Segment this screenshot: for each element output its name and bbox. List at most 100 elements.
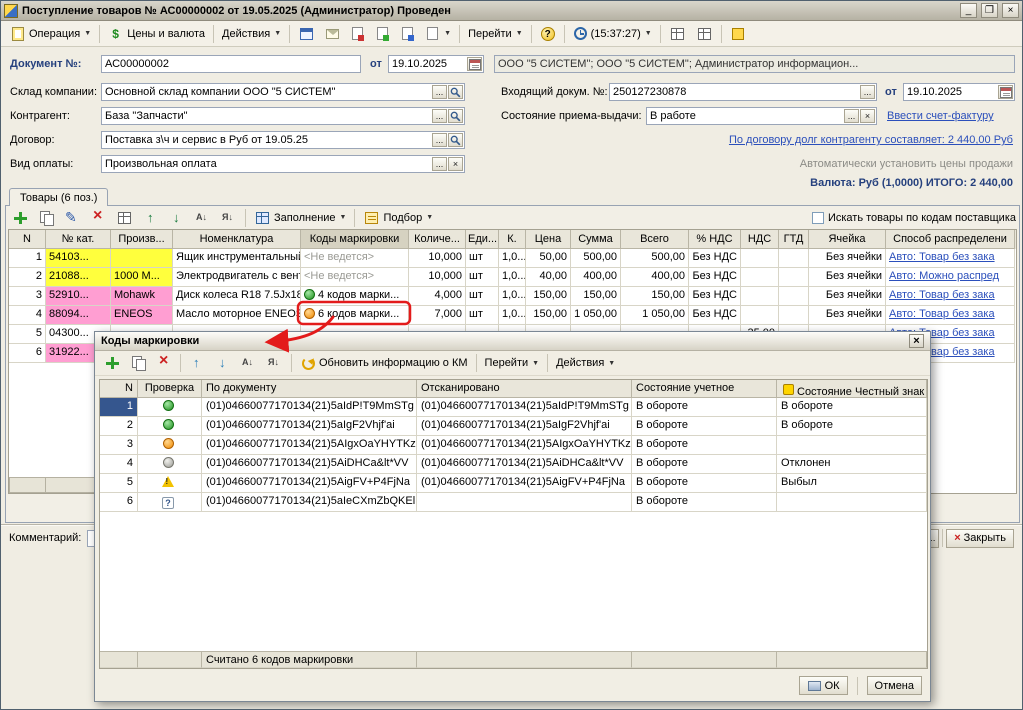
cell-total[interactable]: 500,00 [621, 249, 689, 268]
operation-button[interactable]: Операция▼ [5, 23, 96, 45]
cell-cat[interactable]: 52910... [46, 287, 111, 306]
column-header-by-document[interactable]: По документу [202, 380, 417, 398]
cell-qty[interactable]: 10,000 [409, 249, 466, 268]
cell-marking[interactable]: <Не ведется> [301, 249, 409, 268]
cell-unit[interactable]: шт [466, 268, 499, 287]
notes-button[interactable] [725, 23, 751, 45]
cell-state-acct[interactable]: В обороте [632, 474, 777, 493]
calendar-button[interactable] [467, 57, 482, 71]
magnifier-button[interactable] [448, 85, 463, 99]
column-header-cat[interactable]: № кат. [46, 230, 111, 249]
cell-check[interactable] [138, 493, 202, 512]
cell-producer[interactable]: 1000 М... [111, 268, 173, 287]
cell-state-honest[interactable]: Отклонен [777, 455, 927, 474]
cell-price[interactable]: 150,00 [526, 287, 571, 306]
cell-price[interactable]: 50,00 [526, 249, 571, 268]
cell-qty[interactable]: 4,000 [409, 287, 466, 306]
column-header-scanned[interactable]: Отсканировано [417, 380, 632, 398]
column-header-producer[interactable]: Произв... [111, 230, 173, 249]
distribution-link[interactable]: Авто: Товар без зака [889, 289, 995, 301]
popup-title-bar[interactable]: Коды маркировки × [95, 332, 930, 351]
magnifier-button[interactable] [448, 109, 463, 123]
column-header-vat[interactable]: НДС [741, 230, 779, 249]
cell-n[interactable]: 4 [100, 455, 138, 474]
table-row[interactable]: 1 54103... Ящик инструментальный в ... <… [9, 249, 1016, 268]
cell-sum[interactable]: 150,00 [571, 287, 621, 306]
cell-marking-selected[interactable]: 6 кодов марки... [301, 306, 409, 325]
search-by-supplier-codes-checkbox[interactable] [812, 212, 824, 224]
payment-type-field[interactable]: Произвольная оплата ... × [101, 155, 465, 173]
calendar-button[interactable] [998, 85, 1013, 99]
cell-scanned[interactable] [417, 493, 632, 512]
delete-row-button[interactable] [151, 352, 177, 374]
table-row[interactable]: 3 52910... Mohawk Диск колеса R18 7.5Jx1… [9, 287, 1016, 306]
cell-name[interactable]: Электродвигатель с вентил... [173, 268, 301, 287]
cell-total[interactable]: 150,00 [621, 287, 689, 306]
cell-by-document[interactable]: (01)04660077170134(21)5aIeCXmZbQKEl [202, 493, 417, 512]
document-blue-button[interactable] [395, 23, 420, 44]
cell-marking[interactable]: <Не ведется> [301, 268, 409, 287]
column-header-vat-pct[interactable]: % НДС [689, 230, 741, 249]
column-header-sum[interactable]: Сумма [571, 230, 621, 249]
ok-button[interactable]: ОК [799, 676, 848, 695]
cell-cat[interactable]: 88094... [46, 306, 111, 325]
help-button[interactable]: ? [535, 23, 561, 45]
edit-row-button[interactable] [59, 207, 85, 229]
cell-total[interactable]: 400,00 [621, 268, 689, 287]
warehouse-field[interactable]: Основной склад компании ООО "5 СИСТЕМ" .… [101, 83, 465, 101]
time-button[interactable]: (15:37:27)▼ [568, 23, 657, 44]
cell-total[interactable]: 1 050,00 [621, 306, 689, 325]
distribution-link[interactable]: Авто: Товар без зака [889, 251, 995, 263]
cell-k[interactable]: 1,0... [499, 268, 526, 287]
column-header-unit[interactable]: Еди... [466, 230, 499, 249]
cell-name[interactable]: Ящик инструментальный в ... [173, 249, 301, 268]
cell-check[interactable] [138, 474, 202, 493]
receive-state-field[interactable]: В работе ... × [646, 107, 877, 125]
column-header-total[interactable]: Всего [621, 230, 689, 249]
cell-name[interactable]: Диск колеса R18 7.5Jx18 [173, 287, 301, 306]
cancel-button[interactable]: Отмена [867, 676, 922, 695]
cell-check[interactable] [138, 436, 202, 455]
cell-k[interactable]: 1,0... [499, 287, 526, 306]
cell-n[interactable]: 6 [100, 493, 138, 512]
cell-producer[interactable] [111, 249, 173, 268]
cell-n[interactable]: 5 [9, 325, 46, 344]
enter-invoice-link[interactable]: Ввести счет-фактуру [887, 110, 994, 122]
column-header-qty[interactable]: Количе... [409, 230, 466, 249]
sort-asc-button[interactable] [236, 352, 262, 374]
cell-check[interactable] [138, 455, 202, 474]
cell-gtd[interactable] [779, 249, 809, 268]
cell-scanned[interactable]: (01)04660077170134(21)5aIdP!T9MmSTg [417, 398, 632, 417]
mail-button[interactable] [320, 23, 345, 45]
table-settings-button[interactable] [664, 23, 691, 45]
cell-name[interactable]: Масло моторное ENEOS... [173, 306, 301, 325]
delete-row-button[interactable] [85, 207, 111, 229]
column-header-n[interactable]: N [100, 380, 138, 398]
column-header-state-acct[interactable]: Состояние учетное [632, 380, 777, 398]
column-header-state-honest[interactable]: Состояние Честный знак [777, 380, 927, 398]
select-button[interactable]: ... [860, 85, 875, 99]
select-button[interactable]: ... [432, 85, 447, 99]
table-row[interactable]: 5 (01)04660077170134(21)5AigFV+P4FjNa (0… [100, 474, 927, 493]
title-bar[interactable]: Поступление товаров № АС00000002 от 19.0… [1, 1, 1022, 21]
cell-state-honest[interactable]: Выбыл [777, 474, 927, 493]
cell-by-document[interactable]: (01)04660077170134(21)5AigFV+P4FjNa [202, 474, 417, 493]
cell-n[interactable]: 5 [100, 474, 138, 493]
sort-desc-button[interactable] [216, 207, 242, 229]
doc-no-field[interactable]: АС00000002 [101, 55, 361, 73]
cell-state-honest[interactable]: В обороте [777, 417, 927, 436]
popup-actions-button[interactable]: Действия▼ [551, 354, 620, 372]
cell-price[interactable]: 150,00 [526, 306, 571, 325]
cell-n[interactable]: 3 [9, 287, 46, 306]
refresh-km-info-button[interactable]: Обновить информацию о КМ [295, 352, 473, 374]
table-row[interactable]: 4 88094... ENEOS Масло моторное ENEOS...… [9, 306, 1016, 325]
cell-sum[interactable]: 1 050,00 [571, 306, 621, 325]
cell-marking[interactable]: 4 кодов марки... [301, 287, 409, 306]
column-header-gtd[interactable]: ГТД [779, 230, 809, 249]
cell-check[interactable] [138, 417, 202, 436]
cell-state-honest[interactable] [777, 493, 927, 512]
clear-button[interactable]: × [860, 109, 875, 123]
cell-state-acct[interactable]: В обороте [632, 417, 777, 436]
move-up-button[interactable] [184, 352, 210, 374]
cell-scanned[interactable]: (01)04660077170134(21)5AigFV+P4FjNa [417, 474, 632, 493]
